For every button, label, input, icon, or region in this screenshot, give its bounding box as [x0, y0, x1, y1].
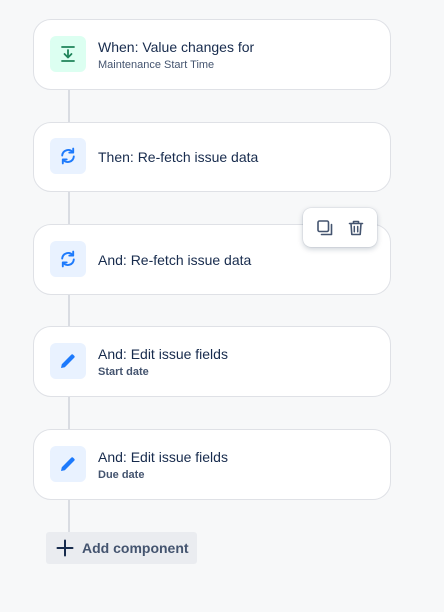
add-component-label: Add component	[82, 540, 189, 556]
pencil-icon	[50, 445, 86, 482]
pencil-icon	[50, 342, 86, 379]
add-component-button[interactable]: Add component	[46, 532, 197, 564]
connector-line	[68, 499, 70, 532]
field-value-changed-icon	[50, 35, 86, 72]
action-card[interactable]: And: Edit issue fields Start date	[33, 326, 391, 397]
trigger-card[interactable]: When: Value changes for Maintenance Star…	[33, 19, 391, 90]
component-title: And: Re-fetch issue data	[98, 251, 252, 268]
refresh-icon	[50, 138, 86, 174]
action-card[interactable]: Then: Re-fetch issue data	[33, 122, 391, 192]
duplicate-icon	[316, 219, 334, 237]
component-title: And: Edit issue fields	[98, 345, 228, 362]
component-action-menu	[303, 208, 377, 247]
component-title: Then: Re-fetch issue data	[98, 149, 259, 165]
component-title: When: Value changes for	[98, 38, 255, 55]
trash-icon	[347, 219, 365, 237]
component-title: And: Edit issue fields	[98, 448, 228, 465]
connector-line	[68, 294, 70, 327]
plus-icon	[56, 539, 74, 557]
component-subtitle: Maintenance Start Time	[98, 58, 215, 71]
connector-line	[68, 397, 70, 430]
delete-button[interactable]	[343, 215, 369, 241]
action-card[interactable]: And: Edit issue fields Due date	[33, 429, 391, 500]
component-subtitle: Start date	[98, 365, 149, 378]
connector-line	[68, 89, 70, 123]
component-subtitle: Due date	[98, 468, 145, 481]
connector-line	[68, 191, 70, 225]
refresh-icon	[50, 240, 86, 277]
duplicate-button[interactable]	[312, 215, 338, 241]
